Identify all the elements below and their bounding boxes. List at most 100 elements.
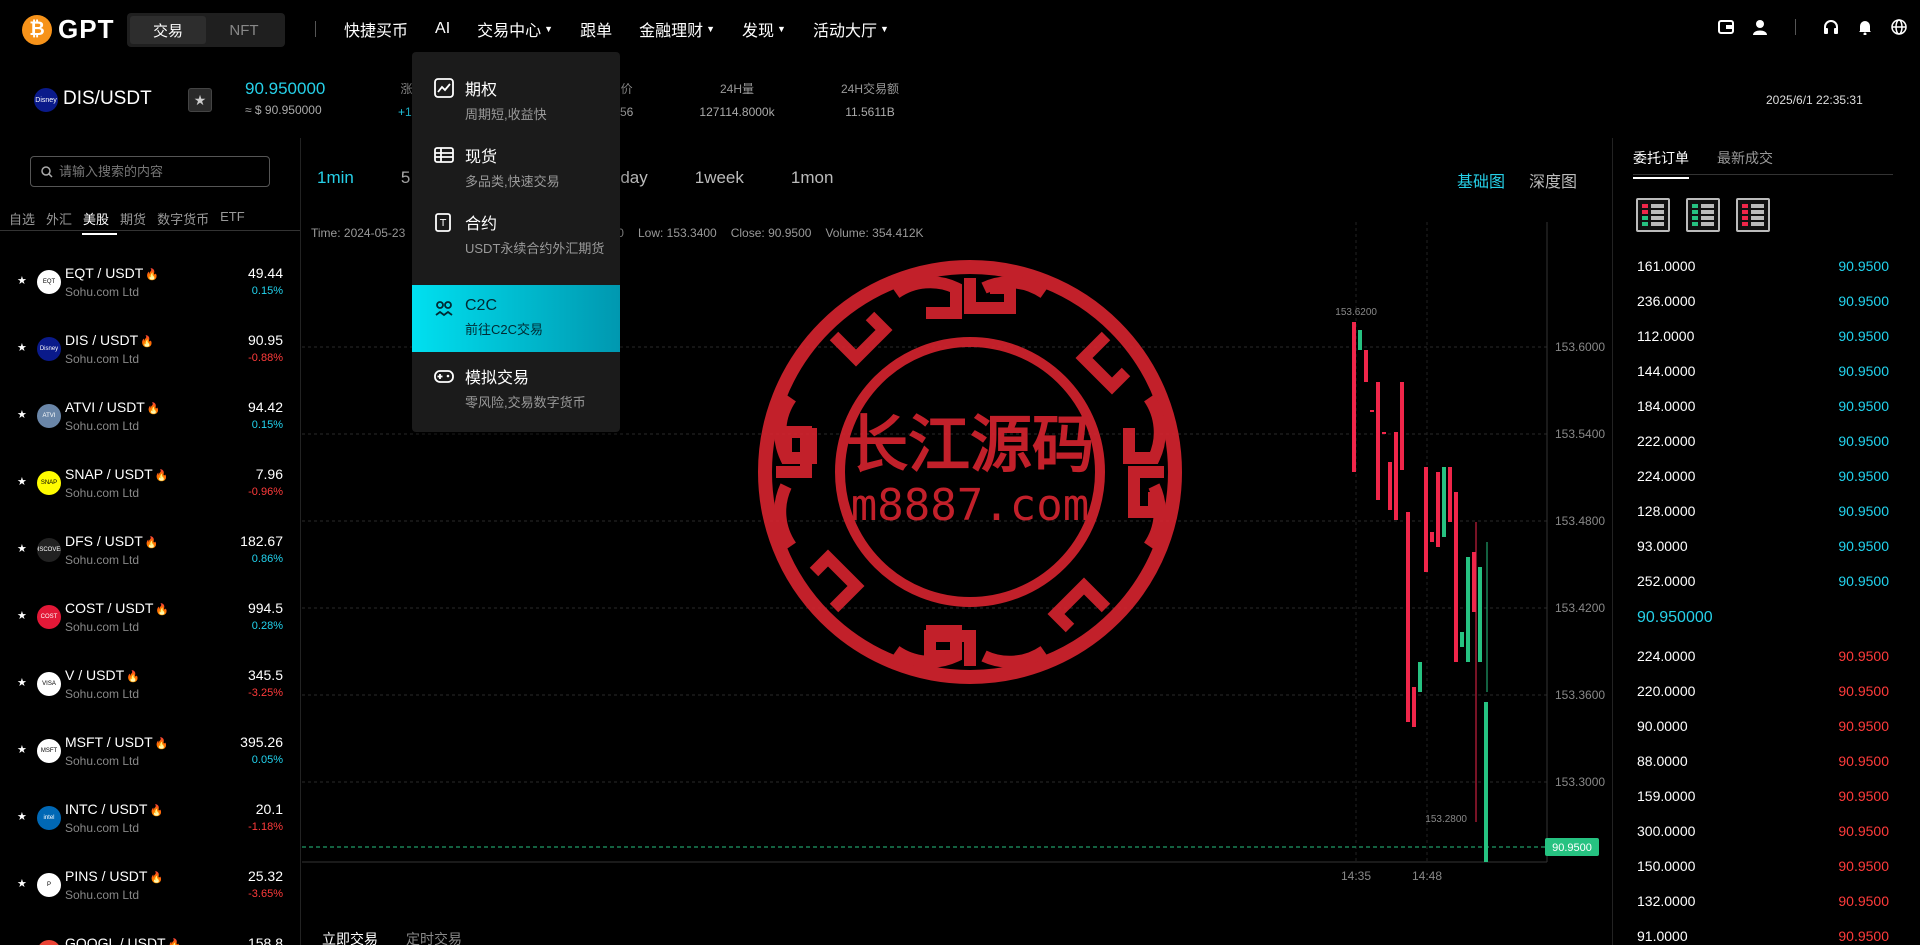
ask-row[interactable]: 161.0000 90.9500	[1637, 248, 1889, 283]
favorite-star-icon[interactable]: ★	[17, 743, 27, 756]
dropdown-item-2[interactable]: T 合约 USDT永续合约外汇期货	[412, 198, 620, 285]
market-type-switch: 交易 NFT	[127, 13, 285, 47]
nav-item-4[interactable]: 金融理财 ▼	[639, 17, 715, 41]
wallet-icon[interactable]	[1717, 18, 1735, 36]
market-source: Sohu.com Ltd	[65, 687, 140, 701]
trade-center-dropdown: 期权 周期短,收益快 现货 多品类,快速交易 T 合约 USDT永续合约外汇期货 C2C 前往C…	[412, 52, 620, 432]
market-row[interactable]: ★ ATVI ATVI / USDT 🔥 Sohu.com Ltd 94.42 0.15%	[0, 386, 300, 453]
category-tab-5[interactable]: ETF	[219, 209, 253, 235]
ask-row[interactable]: 222.0000 90.9500	[1637, 423, 1889, 458]
site-logo[interactable]: ₿ GPT	[22, 14, 114, 45]
dropdown-item-3[interactable]: C2C 前往C2C交易	[412, 285, 620, 352]
chart-view-tab-0[interactable]: 基础图	[1457, 168, 1505, 192]
ask-row[interactable]: 112.0000 90.9500	[1637, 318, 1889, 353]
favorite-star-icon[interactable]: ★	[17, 676, 27, 689]
user-icon[interactable]	[1751, 18, 1769, 36]
market-logo-icon: G	[37, 940, 61, 945]
market-symbol-text: SNAP / USDT	[65, 466, 153, 482]
bid-qty: 300.0000	[1637, 822, 1696, 839]
interval-tab-1[interactable]: 5	[401, 168, 410, 188]
market-logo-text: MSFT	[40, 748, 58, 754]
category-tab-3[interactable]: 期货	[119, 209, 154, 235]
bid-row[interactable]: 132.0000 90.9500	[1637, 883, 1889, 918]
bid-row[interactable]: 91.0000 90.9500	[1637, 918, 1889, 945]
market-change: -0.96%	[248, 486, 283, 498]
market-row[interactable]: ★ intel INTC / USDT 🔥 Sohu.com Ltd 20.1 -1.18%	[0, 788, 300, 855]
orderbook-asks-icon[interactable]	[1736, 198, 1770, 232]
category-tab-1[interactable]: 外汇	[45, 209, 80, 235]
nav-item-2[interactable]: 交易中心 ▼	[477, 17, 553, 41]
ask-price: 90.9500	[1838, 502, 1889, 519]
chart-divider	[1612, 138, 1613, 945]
category-tab-0[interactable]: 自选	[8, 209, 43, 235]
favorite-star-icon[interactable]: ★	[17, 408, 27, 421]
bid-row[interactable]: 224.0000 90.9500	[1637, 638, 1889, 673]
tab-scheduled-trade[interactable]: 定时交易	[406, 929, 462, 945]
nav-item-3[interactable]: 跟单	[580, 17, 612, 41]
ask-qty: 112.0000	[1637, 327, 1695, 344]
headset-icon[interactable]	[1822, 18, 1840, 36]
ask-qty: 144.0000	[1637, 362, 1696, 379]
bell-icon[interactable]	[1856, 18, 1874, 36]
bid-row[interactable]: 159.0000 90.9500	[1637, 778, 1889, 813]
market-row[interactable]: ★GGOOGL / USDT🔥158.8	[0, 922, 300, 945]
favorite-star-icon[interactable]: ★	[17, 274, 27, 287]
market-logo-icon: SNAP	[37, 471, 61, 495]
favorite-star-icon[interactable]: ★	[17, 542, 27, 555]
market-row[interactable]: ★ EQT EQT / USDT 🔥 Sohu.com Ltd 49.44 0.15%	[0, 252, 300, 319]
chart-view-tab-1[interactable]: 深度图	[1529, 168, 1577, 192]
bid-row[interactable]: 300.0000 90.9500	[1637, 813, 1889, 848]
trade-mode-tabs: 立即交易 定时交易	[322, 929, 462, 945]
tab-instant-trade[interactable]: 立即交易	[322, 929, 378, 945]
category-tab-2[interactable]: 美股	[82, 209, 118, 235]
nav-item-0[interactable]: 快捷买币	[344, 17, 408, 41]
favorite-star-icon[interactable]: ★	[17, 609, 27, 622]
dropdown-item-0[interactable]: 期权 周期短,收益快	[412, 64, 620, 131]
favorite-star-icon[interactable]: ★	[17, 810, 27, 823]
search-input[interactable]	[59, 164, 259, 179]
favorite-star-icon[interactable]: ★	[17, 877, 27, 890]
interval-tab-5[interactable]: 1week	[695, 168, 744, 188]
dropdown-item-1[interactable]: 现货 多品类,快速交易	[412, 131, 620, 198]
bid-row[interactable]: 150.0000 90.9500	[1637, 848, 1889, 883]
favorite-star-icon[interactable]: ★	[17, 341, 27, 354]
market-row[interactable]: ★ VISA V / USDT 🔥 Sohu.com Ltd 345.5 -3.25%	[0, 654, 300, 721]
market-price: 158.8	[247, 935, 283, 945]
market-search[interactable]	[30, 156, 270, 187]
ask-row[interactable]: 93.0000 90.9500	[1637, 528, 1889, 563]
bid-row[interactable]: 88.0000 90.9500	[1637, 743, 1889, 778]
market-row[interactable]: ★ SNAP SNAP / USDT 🔥 Sohu.com Ltd 7.96 -0.96%	[0, 453, 300, 520]
orderbook-both-icon[interactable]	[1636, 198, 1670, 232]
globe-icon[interactable]	[1890, 18, 1908, 36]
orderbook-bids-icon[interactable]	[1686, 198, 1720, 232]
pair-name[interactable]: DIS/USDT	[63, 88, 152, 110]
market-source: Sohu.com Ltd	[65, 419, 140, 433]
market-row[interactable]: ★ COST COST / USDT 🔥 Sohu.com Ltd 994.5 0.28%	[0, 587, 300, 654]
nav-item-1[interactable]: AI	[435, 20, 450, 38]
segment-trade[interactable]: 交易	[130, 16, 206, 44]
market-row[interactable]: ★ DISCOVER DFS / USDT🔥 Sohu.com Ltd 182.67 0.…	[0, 520, 300, 587]
ask-row[interactable]: 184.0000 90.9500	[1637, 388, 1889, 423]
interval-tab-6[interactable]: 1mon	[791, 168, 834, 188]
ask-row[interactable]: 128.0000 90.9500	[1637, 493, 1889, 528]
ask-row[interactable]: 252.0000 90.9500	[1637, 563, 1889, 598]
nav-item-5[interactable]: 发现 ▼	[742, 17, 786, 41]
candle	[1388, 462, 1392, 510]
segment-nft[interactable]: NFT	[206, 16, 282, 44]
dropdown-item-4[interactable]: 模拟交易 零风险,交易数字货币	[412, 352, 620, 419]
favorite-star-icon[interactable]: ★	[188, 88, 212, 112]
favorite-star-icon[interactable]: ★	[17, 475, 27, 488]
bid-row[interactable]: 220.0000 90.9500	[1637, 673, 1889, 708]
ask-row[interactable]: 224.0000 90.9500	[1637, 458, 1889, 493]
nav-item-6[interactable]: 活动大厅 ▼	[813, 17, 889, 41]
interval-tab-0[interactable]: 1min	[317, 168, 354, 188]
market-row[interactable]: ★ P PINS / USDT 🔥 Sohu.com Ltd 25.32 -3.65%	[0, 855, 300, 922]
market-row[interactable]: ★ MSFT MSFT / USDT 🔥 Sohu.com Ltd 395.26 0.05%	[0, 721, 300, 788]
bid-price: 90.9500	[1838, 822, 1889, 839]
market-change: 0.05%	[251, 754, 283, 766]
category-tab-4[interactable]: 数字货币	[156, 209, 217, 235]
market-row[interactable]: ★ Disney DIS / USDT 🔥 Sohu.com Ltd 90.95 -0.88…	[0, 319, 300, 386]
bid-row[interactable]: 90.0000 90.9500	[1637, 708, 1889, 743]
ask-row[interactable]: 144.0000 90.9500	[1637, 353, 1889, 388]
ask-row[interactable]: 236.0000 90.9500	[1637, 283, 1889, 318]
